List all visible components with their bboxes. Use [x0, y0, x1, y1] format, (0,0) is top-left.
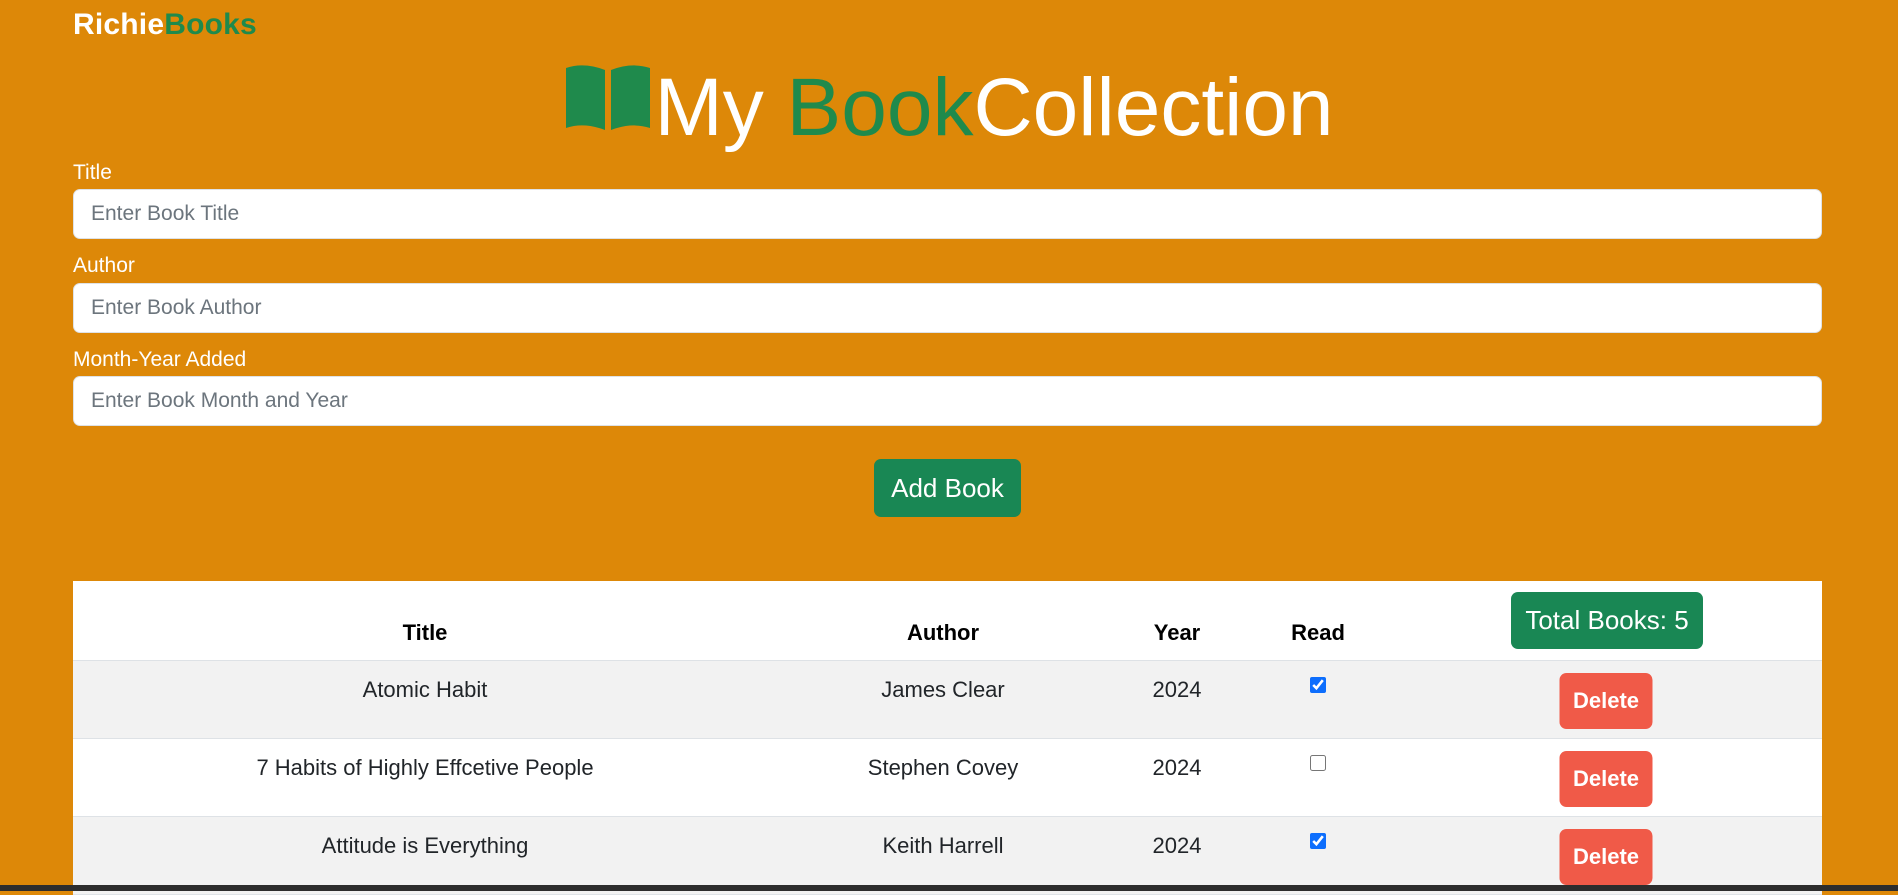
month-year-label: Month-Year Added — [73, 348, 247, 371]
table-row: Atomic Habit James Clear 2024 Delete — [73, 661, 1822, 739]
title-input[interactable] — [73, 189, 1822, 239]
book-open-icon — [564, 55, 652, 155]
title-part-book: Book — [786, 62, 974, 153]
book-year-cell: 2024 — [1152, 833, 1202, 858]
title-label: Title — [73, 161, 112, 184]
delete-button[interactable]: Delete — [1559, 673, 1653, 729]
read-checkbox[interactable] — [1310, 677, 1326, 693]
read-checkbox[interactable] — [1310, 833, 1326, 849]
month-year-input[interactable] — [73, 376, 1822, 426]
column-header-read: Read — [1291, 620, 1345, 645]
taskbar-strip — [0, 885, 1898, 891]
title-part-collection: Collection — [973, 62, 1334, 153]
total-books-badge: Total Books: 5 — [1511, 592, 1703, 649]
delete-button[interactable]: Delete — [1559, 829, 1653, 885]
book-title-cell: Attitude is Everything — [321, 833, 529, 858]
book-year-cell: 2024 — [1152, 755, 1202, 780]
brand-logo[interactable]: RichieBooks — [73, 8, 257, 42]
table-row: 7 Habits of Highly Effcetive People Step… — [73, 739, 1822, 817]
brand-name-part1: Richie — [73, 8, 165, 41]
page-title: My BookCollection — [0, 58, 1898, 163]
brand-name-part2: Books — [164, 8, 257, 41]
book-author-cell: Keith Harrell — [882, 833, 1004, 858]
read-checkbox[interactable] — [1310, 755, 1326, 771]
table-row: Attitude is Everything Keith Harrell 202… — [73, 817, 1822, 895]
author-label: Author — [73, 254, 135, 277]
column-header-year: Year — [1153, 620, 1201, 645]
column-header-author: Author — [906, 620, 980, 645]
author-input[interactable] — [73, 283, 1822, 333]
book-title-cell: Atomic Habit — [362, 677, 488, 702]
book-title-cell: 7 Habits of Highly Effcetive People — [256, 755, 594, 780]
book-author-cell: James Clear — [881, 677, 1005, 702]
add-book-button[interactable]: Add Book — [874, 459, 1021, 517]
delete-button[interactable]: Delete — [1559, 751, 1653, 807]
column-header-title: Title — [402, 620, 448, 645]
book-author-cell: Stephen Covey — [867, 755, 1019, 780]
title-part-my: My — [654, 62, 787, 153]
book-year-cell: 2024 — [1152, 677, 1202, 702]
